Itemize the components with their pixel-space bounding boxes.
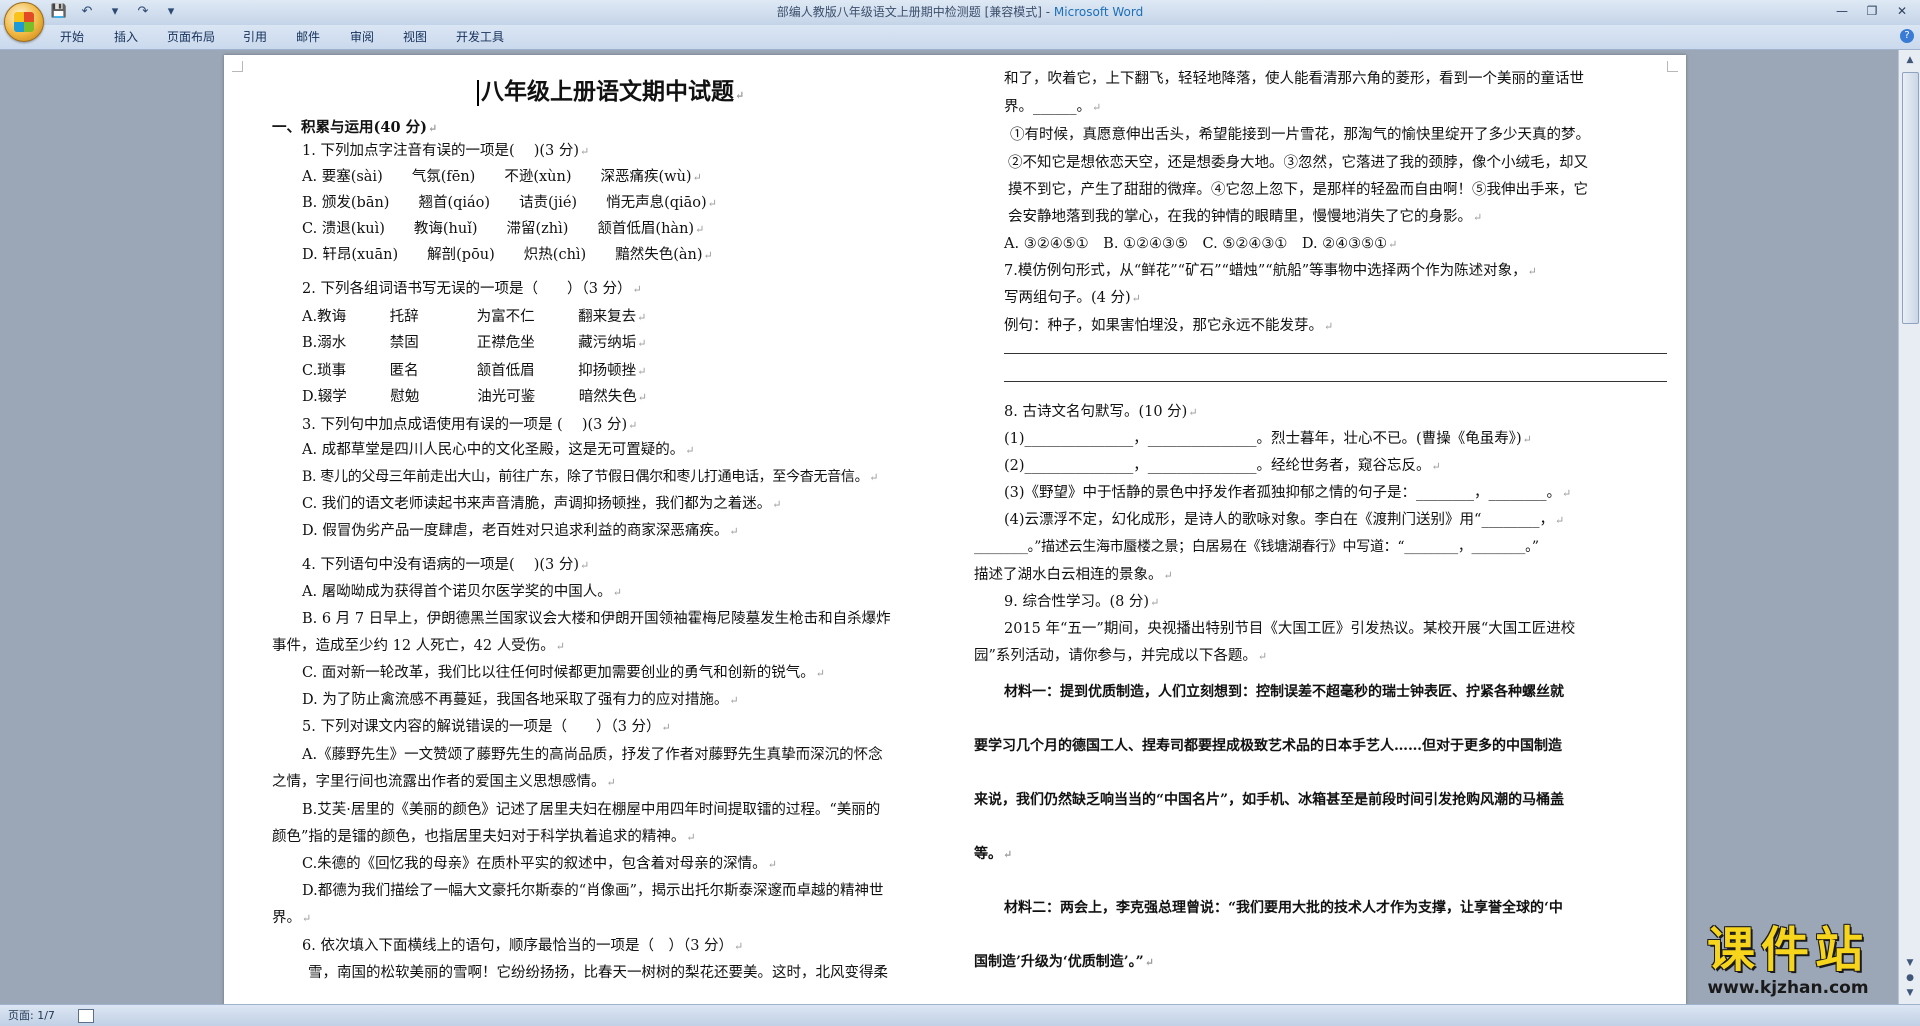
ribbon-tabs: 开始 插入 页面布局 引用 邮件 审阅 视图 开发工具 ?	[0, 25, 1920, 50]
text-cursor	[477, 80, 479, 106]
q8-item-1: (1)_______________，_______________。烈士暮年，…	[1004, 431, 1532, 447]
question-7-cont: 写两组句子。(4 分)↵	[1004, 290, 1141, 306]
q2-option-a: A.教诲 托辞 为富不仁 翻来复去↵	[302, 309, 647, 325]
tab-view[interactable]: 视图	[403, 25, 427, 49]
q5-option-b-cont: 颜色”指的是镭的颜色，也指居里夫妇对于科学执着追求的精神。↵	[272, 829, 696, 845]
q6-passage-blank: 界。______。↵	[1004, 99, 1102, 115]
material-2: 材料二：两会上，李克强总理曾说：“我们要用大批的技术人才作为支撑，让享誉全球的‘…	[1004, 900, 1563, 916]
q1-option-c: C. 溃退(kuì) 教诲(huǐ) 滞留(zhì) 颔首低眉(hàn)↵	[302, 221, 705, 237]
q6-sentence-1: ①有时候，真愿意伸出舌头，希望能接到一片雪花，那淘气的愉快里绽开了多少天真的梦。	[1010, 127, 1590, 143]
q4-option-d: D. 为了防止禽流感不再蔓延，我国各地采取了强有力的应对措施。↵	[302, 692, 739, 708]
q6-passage: 雪，南国的松软美丽的雪啊！它纷纷扬扬，比春天一树树的梨花还要美。这时，北风变得柔	[308, 965, 888, 981]
q8-item-4-cont: ________。”描述云生海市蜃楼之景；白居易在《钱塘湖春行》中写道：“___…	[974, 539, 1539, 555]
question-6: 6. 依次填入下面横线上的语句，顺序最恰当的一项是（ ）（3 分）↵	[302, 938, 744, 954]
minimize-button[interactable]: —	[1828, 2, 1856, 21]
window-controls: — ❐ ✕	[1828, 2, 1916, 21]
material-1-line-3: 来说，我们仍然缺乏响当当的“中国名片”，如手机、冰箱甚至是前段时间引发抢购风潮的…	[974, 792, 1565, 808]
vertical-scrollbar[interactable]: ▲ ▼ ● ▼	[1898, 50, 1920, 1004]
window-title: 部编人教版八年级语文上册期中检测题 [兼容模式] - Microsoft Wor…	[0, 0, 1920, 25]
watermark-main-text: 课件站	[1706, 922, 1869, 978]
question-8: 8. 古诗文名句默写。(10 分)↵	[1004, 404, 1198, 420]
margin-corner-tr	[1667, 61, 1678, 72]
material-1-line-4: 等。↵	[974, 846, 1013, 862]
q2-option-d: D.辍学 慰勉 油光可鉴 暗然失色↵	[302, 389, 647, 405]
exam-title: 八年级上册语文期中试题↵	[477, 77, 744, 111]
q4-option-a: A. 屠呦呦成为获得首个诺贝尔医学奖的中国人。↵	[302, 584, 622, 600]
q1-option-a: A. 要塞(sài) 气氛(fēn) 不逊(xùn) 深恶痛疾(wù)↵	[302, 169, 702, 185]
q8-item-2: (2)_______________，_______________。经纶世务者…	[1004, 458, 1441, 474]
q9-intro: 2015 年“五一”期间，央视播出特别节目《大国工匠》引发热议。某校开展“大国工…	[1004, 621, 1576, 637]
document-page[interactable]: 八年级上册语文期中试题↵ 一、积累与运用(40 分)↵ 1. 下列加点字注音有误…	[224, 55, 1686, 1004]
office-logo-icon	[14, 12, 34, 32]
tab-insert[interactable]: 插入	[114, 25, 138, 49]
q6-options: A. ③②④⑤① B. ①②④③⑤ C. ⑤②④③① D. ②④③⑤①↵	[1004, 236, 1398, 252]
section-heading: 一、积累与运用(40 分)↵	[272, 119, 438, 136]
tab-references[interactable]: 引用	[243, 25, 267, 49]
title-bar: 💾 ↶ ▾ ↷ ▾ 部编人教版八年级语文上册期中检测题 [兼容模式] - Mic…	[0, 0, 1920, 26]
q5-option-c: C.朱德的《回忆我的母亲》在质朴平实的叙述中，包含着对母亲的深情。↵	[302, 856, 777, 872]
q5-option-b: B.艾芙·居里的《美丽的颜色》记述了居里夫妇在棚屋中用四年时间提取镭的过程。“美…	[302, 802, 881, 818]
q1-option-d: D. 轩昂(xuān) 解剖(pōu) 炽热(chì) 黯然失色(àn)↵	[302, 247, 713, 263]
tab-home[interactable]: 开始	[60, 25, 84, 49]
q3-option-a: A. 成都草堂是四川人民心中的文化圣殿，这是无可置疑的。↵	[302, 442, 695, 458]
tab-review[interactable]: 审阅	[350, 25, 374, 49]
answer-line-2[interactable]	[1004, 381, 1667, 382]
office-button[interactable]	[4, 2, 44, 42]
answer-line-1[interactable]	[1004, 353, 1667, 354]
q5-option-d-cont: 界。↵	[272, 910, 312, 926]
tab-developer[interactable]: 开发工具	[456, 25, 504, 49]
watermark-url: www.kjzhan.com	[1707, 978, 1869, 998]
q5-option-a-cont: 之情，字里行间也流露出作者的爱国主义思想感情。↵	[272, 774, 616, 790]
material-1-line-2: 要学习几个月的德国工人、捏寿司都要捏成极致艺术品的日本手艺人……但对于更多的中国…	[974, 738, 1562, 754]
status-bar: 页面: 1/7	[0, 1004, 1920, 1026]
q4-option-b-cont: 事件，造成至少约 12 人死亡，42 人受伤。↵	[272, 638, 565, 654]
q1-option-b: B. 颁发(bān) 翘首(qiáo) 诘责(jié) 悄无声息(qiāo)↵	[302, 195, 717, 211]
page-count[interactable]: 页面: 1/7	[8, 1005, 55, 1026]
q5-option-d: D.都德为我们描绘了一幅大文豪托尔斯泰的“肖像画”，揭示出托尔斯泰深邃而卓越的精…	[302, 883, 884, 899]
scrollbar-thumb[interactable]	[1902, 72, 1919, 324]
q7-example: 例句：种子，如果害怕埋没，那它永远不能发芽。↵	[1004, 318, 1334, 334]
help-icon[interactable]: ?	[1900, 29, 1914, 43]
spell-check-icon[interactable]	[78, 1009, 94, 1023]
q8-item-4: (4)云漂浮不定，幻化成形，是诗人的歌咏对象。李白在《渡荆门送别》用“_____…	[1004, 512, 1565, 528]
watermark-logo: 课件站 www.kjzhan.com	[1668, 922, 1908, 1000]
q2-option-b: B.溺水 禁固 正襟危坐 藏污纳垢↵	[302, 335, 647, 351]
question-4: 4. 下列语句中没有语病的一项是( )(3 分)↵	[302, 557, 590, 573]
q6-sentence-2: ②不知它是想依恋天空，还是想委身大地。③忽然，它落进了我的颈脖，像个小绒毛，却又	[1008, 155, 1588, 171]
question-9: 9. 综合性学习。(8 分)↵	[1004, 594, 1160, 610]
question-7: 7.模仿例句形式，从“鲜花”“矿石”“蜡烛”“航船”等事物中选择两个作为陈述对象…	[1004, 263, 1537, 279]
q6-sentence-4: 会安静地落到我的掌心，在我的钟情的眼睛里，慢慢地消失了它的身影。↵	[1008, 209, 1483, 225]
window-title-document: 部编人教版八年级语文上册期中检测题 [兼容模式] -	[776, 5, 1054, 19]
q3-option-d: D. 假冒伪劣产品一度肆虐，老百姓对只追求利益的商家深恶痛疾。↵	[302, 523, 739, 539]
document-area[interactable]: 八年级上册语文期中试题↵ 一、积累与运用(40 分)↵ 1. 下列加点字注音有误…	[0, 50, 1898, 1004]
tab-page-layout[interactable]: 页面布局	[167, 25, 215, 49]
q3-option-b: B. 枣儿的父母三年前走出大山，前往广东，除了节假日偶尔和枣儿打通电话，至今杳无…	[302, 469, 879, 485]
margin-corner-tl	[232, 61, 243, 72]
q6-sentence-3: 摸不到它，产生了甜甜的微痒。④它忽上忽下，是那样的轻盈而自由啊！⑤我伸出手来，它	[1008, 182, 1588, 198]
q3-option-c: C. 我们的语文老师读起书来声音清脆，声调抑扬顿挫，我们都为之着迷。↵	[302, 496, 782, 512]
window-title-app: Microsoft Word	[1053, 5, 1144, 19]
q5-option-a: A.《藤野先生》一文赞颂了藤野先生的高尚品质，抒发了作者对藤野先生真挚而深沉的怀…	[302, 747, 883, 763]
q9-intro-cont: 园”系列活动，请你参与，并完成以下各题。↵	[974, 648, 1268, 664]
scroll-up-icon[interactable]: ▲	[1902, 52, 1918, 68]
question-2: 2. 下列各组词语书写无误的一项是（ ）（3 分）↵	[302, 281, 642, 297]
question-5: 5. 下列对课文内容的解说错误的一项是（ ）（3 分）↵	[302, 719, 671, 735]
tab-mailings[interactable]: 邮件	[296, 25, 320, 49]
material-2-line-2: 国制造’升级为‘优质制造’。”↵	[974, 954, 1154, 970]
q4-option-b: B. 6 月 7 日早上，伊朗德黑兰国家议会大楼和伊朗开国领袖霍梅尼陵墓发生枪击…	[302, 611, 891, 627]
question-3: 3. 下列句中加点成语使用有误的一项是 ( )(3 分)↵	[302, 417, 638, 433]
q6-passage-cont: 和了，吹着它，上下翻飞，轻轻地降落，使人能看清那六角的菱形，看到一个美丽的童话世	[1004, 71, 1584, 87]
question-1: 1. 下列加点字注音有误的一项是( )(3 分)↵	[302, 143, 590, 159]
q8-item-4-end: 描述了湖水白云相连的景象。↵	[974, 567, 1173, 583]
q8-item-3: (3)《野望》中于恬静的景色中抒发作者孤独抑郁之情的句子是：________，_…	[1004, 485, 1572, 501]
close-button[interactable]: ✕	[1888, 2, 1916, 21]
material-1: 材料一：提到优质制造，人们立刻想到：控制误差不超毫秒的瑞士钟表匠、拧紧各种螺丝就	[1004, 684, 1564, 700]
q4-option-c: C. 面对新一轮改革，我们比以往任何时候都更加需要创业的勇气和创新的锐气。↵	[302, 665, 826, 681]
restore-button[interactable]: ❐	[1858, 2, 1886, 21]
q2-option-c: C.琐事 匿名 颔首低眉 抑扬顿挫↵	[302, 363, 647, 379]
